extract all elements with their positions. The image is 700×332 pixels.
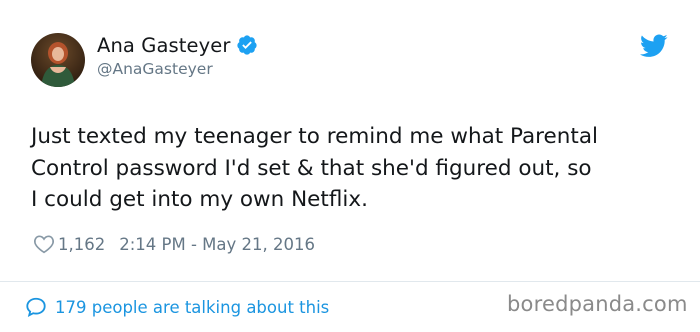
- tweet-meta: 1,162 2:14 PM - May 21, 2016: [33, 232, 315, 256]
- twitter-bird-icon[interactable]: [639, 34, 668, 58]
- avatar[interactable]: [31, 33, 85, 87]
- tweet-card: Ana Gasteyer @AnaGasteyer Just texted my…: [0, 0, 700, 332]
- divider: [0, 281, 700, 282]
- verified-badge-icon: [236, 34, 258, 56]
- avatar-image: [31, 33, 85, 87]
- author-display-name[interactable]: Ana Gasteyer: [97, 34, 230, 57]
- watermark-logo: boredpanda.com: [507, 292, 688, 316]
- talking-about-label[interactable]: 179 people are talking about this: [55, 298, 329, 317]
- like-count[interactable]: 1,162: [58, 235, 105, 254]
- tweet-text: Just texted my teenager to remind me wha…: [31, 124, 598, 212]
- comment-bubble-icon: [25, 296, 47, 318]
- talking-about-link[interactable]: 179 people are talking about this: [25, 294, 329, 320]
- tweet-timestamp[interactable]: 2:14 PM - May 21, 2016: [119, 235, 315, 254]
- author-handle[interactable]: @AnaGasteyer: [97, 60, 213, 78]
- author-name-row[interactable]: Ana Gasteyer: [97, 33, 258, 57]
- heart-icon[interactable]: [33, 234, 55, 254]
